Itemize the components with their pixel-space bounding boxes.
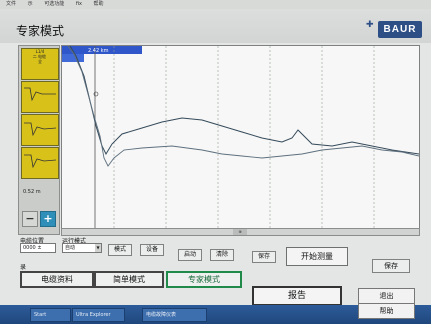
trace-thumbnail[interactable]: L1/4 二 电缆 全 bbox=[21, 48, 59, 80]
cable-position-value: 0000 ± bbox=[23, 245, 42, 251]
marker-bar-lower bbox=[62, 54, 84, 62]
run-mode-select[interactable]: 自动 ▼ bbox=[62, 243, 102, 253]
mode-button[interactable]: 模式 bbox=[108, 244, 132, 256]
save-right-button[interactable]: 保存 bbox=[372, 259, 410, 273]
tab-cable-data[interactable]: 电缆资料 bbox=[20, 271, 94, 288]
save-button[interactable]: 保存 bbox=[252, 251, 276, 263]
taskbar-item[interactable]: Ultra Explorer bbox=[72, 308, 125, 322]
taskbar-item[interactable]: 电缆故障仪表 bbox=[142, 308, 207, 322]
plus-icon: ✚ bbox=[366, 20, 374, 30]
waveform-trace-1 bbox=[69, 46, 419, 156]
exit-button[interactable]: 退出 bbox=[358, 288, 415, 304]
menu-item-options[interactable]: 可选功能 bbox=[44, 1, 64, 7]
zoom-out-button[interactable]: − bbox=[22, 211, 38, 227]
waveform-plot[interactable]: 2.42 km bbox=[61, 45, 420, 229]
start-measurement-button[interactable]: 开始测量 bbox=[286, 247, 348, 266]
zoom-in-button[interactable]: + bbox=[40, 211, 56, 227]
clear-button[interactable]: 清除 bbox=[210, 249, 234, 261]
trace-sidebar: L1/4 二 电缆 全 0.52 m − + bbox=[18, 45, 60, 235]
record-label: 录 bbox=[20, 264, 27, 271]
plot-gridlines bbox=[113, 46, 375, 228]
menu-item-view[interactable]: 示 bbox=[28, 1, 33, 7]
title-bar: 专家模式 ✚ BAUR bbox=[0, 9, 431, 43]
tab-simple-mode[interactable]: 简单模式 bbox=[94, 271, 164, 288]
trace-thumbnail[interactable] bbox=[21, 147, 59, 179]
tab-expert-mode[interactable]: 专家模式 bbox=[166, 271, 242, 288]
device-button[interactable]: 设备 bbox=[140, 244, 164, 256]
scrollbar-thumb[interactable]: ⊕ bbox=[233, 229, 247, 235]
waveform-thumbnail-icon bbox=[24, 87, 56, 102]
taskbar-start[interactable]: Start bbox=[30, 308, 71, 322]
page-title: 专家模式 bbox=[16, 24, 65, 38]
marker-distance-label: 2.42 km bbox=[88, 48, 109, 54]
brand-logo: BAUR bbox=[378, 21, 422, 38]
trace-thumbnail[interactable] bbox=[21, 81, 59, 113]
menu-bar: 文件 示 可选功能 fix 帮助 bbox=[0, 0, 431, 9]
menu-item-fix[interactable]: fix bbox=[76, 1, 82, 7]
app-window: 文件 示 可选功能 fix 帮助 专家模式 ✚ BAUR L1/4 二 电缆 全… bbox=[0, 0, 431, 324]
run-mode-value: 自动 bbox=[65, 245, 76, 251]
chevron-down-icon: ▼ bbox=[95, 244, 101, 252]
report-button[interactable]: 报告 bbox=[252, 286, 342, 306]
menu-item-help[interactable]: 帮助 bbox=[94, 1, 104, 7]
waveform-thumbnail-icon bbox=[24, 122, 57, 137]
waveform-thumbnail-icon bbox=[24, 154, 57, 169]
plot-scrollbar[interactable]: ⊕ bbox=[61, 228, 420, 236]
cable-position-field[interactable]: 0000 ± bbox=[20, 243, 56, 253]
waveform-canvas: 2.42 km bbox=[62, 46, 419, 228]
thumbnail-label: L1/4 二 电缆 全 bbox=[32, 49, 46, 64]
trace-thumbnail[interactable] bbox=[21, 114, 59, 146]
waveform-trace-2 bbox=[67, 46, 419, 167]
start-stop-button[interactable]: 启动 bbox=[178, 249, 202, 261]
range-readout: 0.52 m bbox=[23, 189, 41, 195]
help-button[interactable]: 帮助 bbox=[358, 303, 415, 319]
menu-item-file[interactable]: 文件 bbox=[6, 1, 16, 7]
